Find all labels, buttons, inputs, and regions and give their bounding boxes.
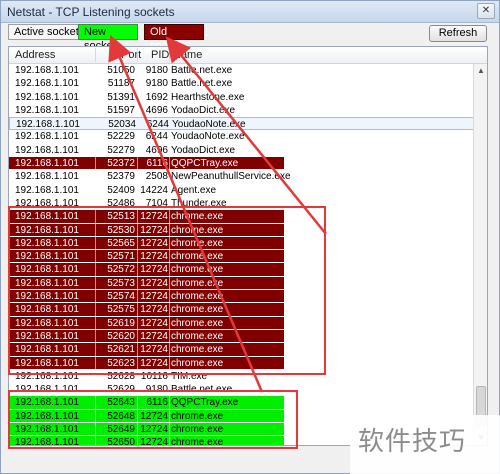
window-title: Netstat - TCP Listening sockets: [7, 5, 175, 19]
cell-pid: 6116: [146, 158, 168, 170]
table-row[interactable]: 192.168.1.101 52279 4696 YodaoDict.exe: [9, 144, 487, 157]
table-row[interactable]: 192.168.1.101 51597 4696 YodaoDict.exe: [9, 104, 487, 117]
cell-name: Battle.net.exe: [171, 65, 233, 76]
table-row[interactable]: 192.168.1.101 52372 6116 QQPCTray.exe: [9, 157, 487, 170]
cell-port: 51597: [107, 104, 135, 116]
cell-pid: 9180: [145, 65, 168, 76]
cell-pid: 14224: [140, 184, 168, 196]
cell-port: 51391: [107, 91, 135, 103]
table-header: Address Port PID Name: [9, 47, 487, 64]
legend-toolbar: Active socket New socket Old socket Refr…: [1, 23, 499, 52]
cell-port: 52229: [107, 131, 135, 143]
table-row[interactable]: 192.168.1.101 51050 9180 Battle.net.exe: [9, 64, 487, 77]
legend-active-socket: Active socket: [8, 24, 85, 40]
cell-port: 52379: [107, 171, 135, 183]
column-divider[interactable]: [95, 48, 96, 62]
cell-name: QQPCTray.exe: [171, 158, 239, 170]
cell-port: 52279: [107, 144, 135, 156]
cell-port: 51050: [107, 65, 135, 76]
cell-address: 192.168.1.101: [15, 171, 79, 183]
column-divider[interactable]: [169, 48, 170, 62]
cell-divider: [169, 157, 170, 170]
cell-name: Agent.exe: [171, 184, 217, 196]
cell-pid: 4696: [145, 144, 168, 156]
cell-name: YodaoDict.exe: [171, 144, 236, 156]
table-row[interactable]: 192.168.1.101 51187 9180 Battle.net.exe: [9, 77, 487, 90]
cell-name: NewPeanuthullService.exe: [171, 171, 291, 183]
cell-address: 192.168.1.101: [15, 91, 79, 103]
cell-address: 192.168.1.101: [16, 119, 80, 131]
cell-name: Hearthstone.exe: [171, 91, 245, 103]
table-row[interactable]: 192.168.1.101 51391 1692 Hearthstone.exe: [9, 91, 487, 104]
legend-new-socket: New socket: [78, 24, 138, 52]
old-socket-highlight-box: [8, 206, 326, 375]
cell-pid: 1692: [145, 91, 168, 103]
refresh-button[interactable]: Refresh: [429, 25, 487, 42]
table-row[interactable]: 192.168.1.101 52379 2508 NewPeanuthullServi…: [9, 170, 487, 183]
table-row[interactable]: 192.168.1.101 52229 6244 YoudaoNote.exe: [9, 130, 487, 143]
column-divider[interactable]: [137, 48, 138, 62]
cell-address: 192.168.1.101: [15, 65, 79, 76]
cell-pid: 6244: [145, 131, 168, 143]
watermark-text: 软件技巧: [358, 427, 467, 457]
cell-divider: [137, 157, 138, 170]
table-row[interactable]: 192.168.1.101 52034 6244 YoudaoNote.exe: [9, 117, 487, 131]
cell-pid: 9180: [145, 78, 168, 90]
cell-port: 52409: [107, 184, 135, 196]
column-header-name[interactable]: Name: [173, 49, 202, 61]
cell-name: YodaoDict.exe: [171, 104, 236, 116]
cell-port: 52372: [107, 158, 135, 170]
close-button[interactable]: ✕: [477, 3, 495, 19]
cell-pid: 2508: [145, 171, 168, 183]
cell-name: YoudaoNote.exe: [172, 119, 246, 131]
cell-address: 192.168.1.101: [15, 78, 79, 90]
cell-pid: 6244: [146, 119, 169, 131]
cell-address: 192.168.1.101: [15, 104, 79, 116]
vertical-scrollbar[interactable]: ▲ ▼: [473, 64, 487, 445]
legend-old-socket: Old socket: [144, 24, 204, 52]
cell-name: Battle.net.exe: [171, 78, 233, 90]
cell-port: 51187: [107, 78, 135, 90]
scroll-up-arrow-icon[interactable]: ▲: [475, 64, 487, 78]
new-socket-highlight-box: [8, 390, 298, 449]
cell-address: 192.168.1.101: [15, 184, 79, 196]
cell-address: 192.168.1.101: [15, 158, 79, 170]
cell-pid: 4696: [145, 104, 168, 116]
cell-divider: [95, 157, 96, 170]
table-row[interactable]: 192.168.1.101 52409 14224 Agent.exe: [9, 184, 487, 197]
watermark-area: 软件技巧: [350, 415, 500, 474]
column-header-port[interactable]: Port: [121, 49, 141, 61]
cell-address: 192.168.1.101: [15, 144, 79, 156]
title-bar: Netstat - TCP Listening sockets ✕: [1, 1, 499, 23]
cell-address: 192.168.1.101: [15, 131, 79, 143]
row-highlight: [9, 157, 284, 170]
cell-name: YoudaoNote.exe: [171, 131, 245, 143]
cell-port: 52034: [108, 119, 136, 131]
column-header-address[interactable]: Address: [15, 49, 55, 61]
column-header-pid[interactable]: PID: [151, 49, 169, 61]
